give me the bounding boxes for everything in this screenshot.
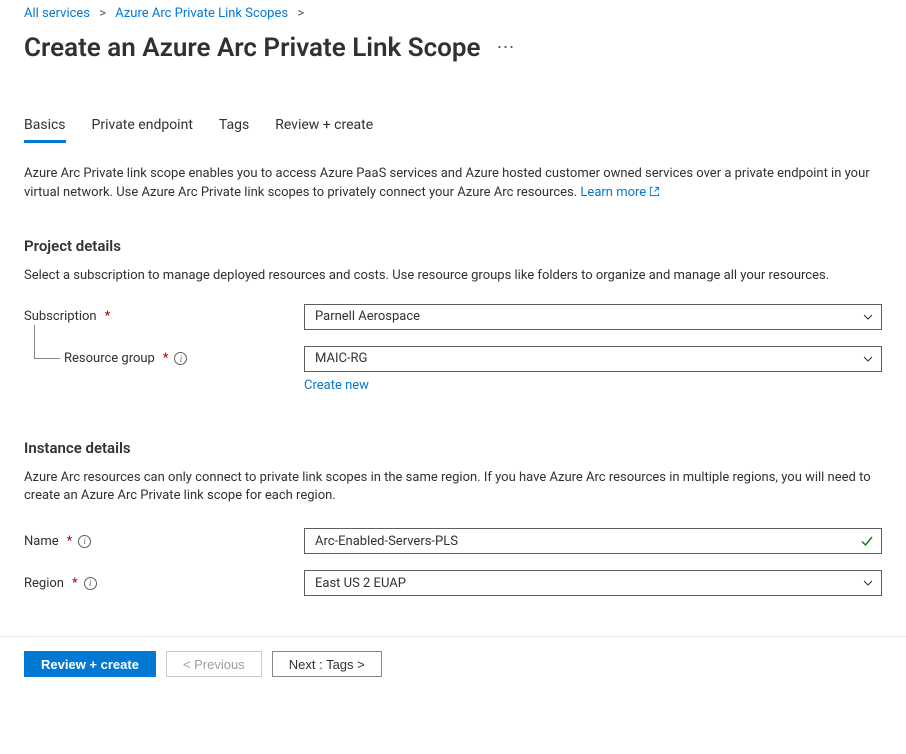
breadcrumb-separator: > [297,6,304,21]
tab-basics[interactable]: Basics [24,111,66,143]
breadcrumb: All services > Azure Arc Private Link Sc… [24,0,882,31]
instance-details-heading: Instance details [24,439,882,457]
region-label: Region* i [24,576,304,591]
tab-bar: Basics Private endpoint Tags Review + cr… [24,111,882,143]
required-indicator: * [72,576,78,591]
breadcrumb-separator: > [99,6,106,21]
name-input[interactable]: Arc-Enabled-Servers-PLS [304,528,882,554]
review-create-button[interactable]: Review + create [24,651,156,677]
tab-review-create[interactable]: Review + create [275,111,373,143]
resource-group-value: MAIC-RG [315,351,367,366]
page-title: Create an Azure Arc Private Link Scope [24,33,481,63]
next-button[interactable]: Next : Tags > [272,651,382,677]
subscription-label: Subscription* [24,309,304,324]
required-indicator: * [163,351,169,366]
instance-details-description: Azure Arc resources can only connect to … [24,469,882,507]
tab-private-endpoint[interactable]: Private endpoint [92,111,193,143]
subscription-value: Parnell Aerospace [315,309,420,324]
required-indicator: * [105,309,111,324]
tab-tags[interactable]: Tags [219,111,249,143]
name-label: Name* i [24,534,304,549]
region-value: East US 2 EUAP [315,576,406,591]
create-new-resource-group-link[interactable]: Create new [304,378,369,393]
more-actions-icon[interactable]: ⋯ [497,37,516,58]
project-details-description: Select a subscription to manage deployed… [24,267,882,286]
breadcrumb-link-private-link-scopes[interactable]: Azure Arc Private Link Scopes [115,6,288,21]
resource-group-select[interactable]: MAIC-RG [304,346,882,372]
info-icon[interactable]: i [84,577,97,590]
external-link-icon [649,186,660,197]
subscription-select[interactable]: Parnell Aerospace [304,304,882,330]
project-details-heading: Project details [24,237,882,255]
region-select[interactable]: East US 2 EUAP [304,570,882,596]
info-icon[interactable]: i [78,535,91,548]
info-icon[interactable]: i [174,352,187,365]
wizard-footer: Review + create < Previous Next : Tags > [0,636,906,691]
breadcrumb-link-all-services[interactable]: All services [24,6,90,21]
intro-text: Azure Arc Private link scope enables you… [24,166,870,200]
name-value: Arc-Enabled-Servers-PLS [315,534,458,549]
intro-description: Azure Arc Private link scope enables you… [24,165,882,203]
previous-button[interactable]: < Previous [166,651,262,677]
hierarchy-line-icon [34,325,60,359]
resource-group-label: Resource group* i [24,351,304,366]
learn-more-link[interactable]: Learn more [580,185,660,200]
required-indicator: * [67,534,73,549]
